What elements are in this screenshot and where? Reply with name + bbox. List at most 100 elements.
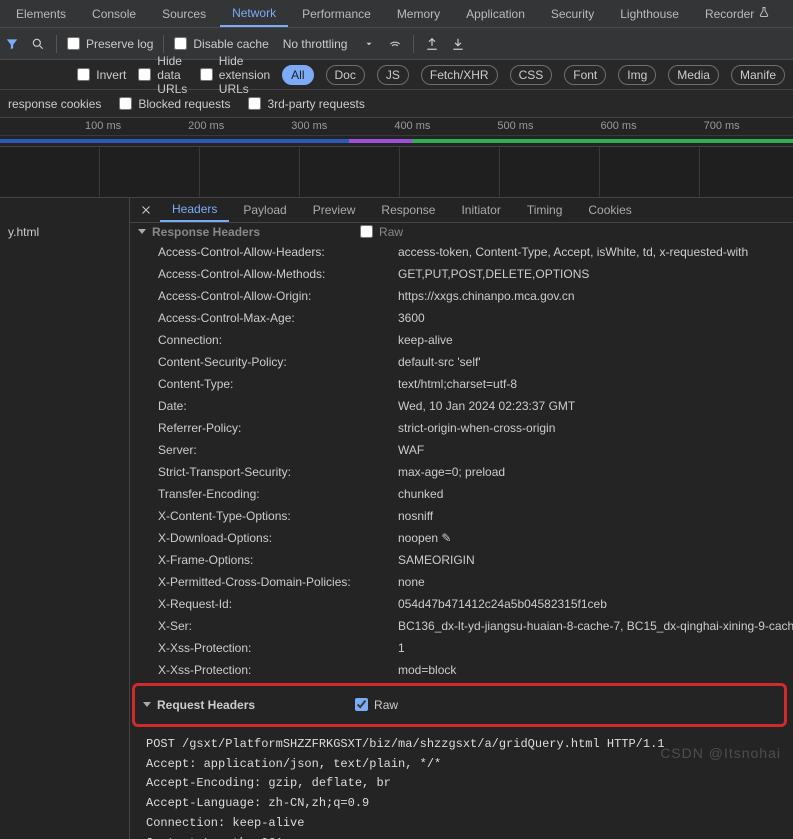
filter-pill-all[interactable]: All bbox=[282, 65, 313, 85]
header-value[interactable]: 054d47b471412c24a5b04582315f1ceb bbox=[398, 595, 793, 613]
filter-pill-css[interactable]: CSS bbox=[510, 65, 553, 85]
response-header-row: X-Xss-Protection: mod=block bbox=[130, 659, 793, 681]
tab-sources[interactable]: Sources bbox=[150, 0, 218, 27]
third-party-checkbox[interactable]: 3rd-party requests bbox=[248, 97, 364, 111]
request-row[interactable]: y.html bbox=[0, 222, 129, 242]
header-name: Content-Type: bbox=[158, 375, 388, 393]
tick: 600 ms bbox=[600, 120, 636, 132]
request-list[interactable]: y.html bbox=[0, 198, 130, 839]
tab-security[interactable]: Security bbox=[539, 0, 606, 27]
response-headers-section[interactable]: Response Headers Raw bbox=[130, 223, 793, 241]
tab-network[interactable]: Network bbox=[220, 0, 288, 27]
header-value[interactable]: keep-alive bbox=[398, 331, 793, 349]
header-name: Content-Security-Policy: bbox=[158, 353, 388, 371]
raw-request-headers[interactable]: POST /gsxt/PlatformSHZZFRKGSXT/biz/ma/sh… bbox=[130, 729, 793, 839]
download-icon[interactable] bbox=[450, 36, 466, 52]
separator bbox=[56, 35, 57, 53]
header-name: X-Content-Type-Options: bbox=[158, 507, 388, 525]
preserve-log-checkbox[interactable]: Preserve log bbox=[67, 37, 153, 51]
wifi-icon[interactable] bbox=[387, 36, 403, 52]
header-value[interactable]: https://xxgs.chinanpo.mca.gov.cn bbox=[398, 287, 793, 305]
header-value[interactable]: 1 bbox=[398, 639, 793, 657]
header-name: Server: bbox=[158, 441, 388, 459]
filter-icon[interactable] bbox=[4, 36, 20, 52]
response-raw-toggle[interactable]: Raw bbox=[360, 225, 403, 239]
hide-data-urls-checkbox[interactable]: Hide data URLs bbox=[138, 54, 188, 96]
response-header-row: Access-Control-Allow-Headers: access-toke… bbox=[130, 241, 793, 263]
tick: 300 ms bbox=[291, 120, 327, 132]
header-name: X-Permitted-Cross-Domain-Policies: bbox=[158, 573, 388, 591]
detail-tab-timing[interactable]: Timing bbox=[515, 198, 575, 222]
timeline-overview[interactable] bbox=[0, 136, 793, 146]
response-header-row: Server: WAF bbox=[130, 439, 793, 461]
header-value[interactable]: access-token, Content-Type, Accept, isWh… bbox=[398, 243, 793, 261]
header-value[interactable]: strict-origin-when-cross-origin bbox=[398, 419, 793, 437]
response-header-row: Connection: keep-alive bbox=[130, 329, 793, 351]
invert-checkbox[interactable]: Invert bbox=[77, 68, 126, 82]
detail-tab-cookies[interactable]: Cookies bbox=[576, 198, 643, 222]
header-value[interactable]: chunked bbox=[398, 485, 793, 503]
filter-pill-fetch-xhr[interactable]: Fetch/XHR bbox=[421, 65, 498, 85]
filter-pill-font[interactable]: Font bbox=[564, 65, 606, 85]
header-value[interactable]: SAMEORIGIN bbox=[398, 551, 793, 569]
detail-tab-response[interactable]: Response bbox=[369, 198, 447, 222]
detail-tab-headers[interactable]: Headers bbox=[160, 198, 229, 222]
tab-console[interactable]: Console bbox=[80, 0, 148, 27]
search-icon[interactable] bbox=[30, 36, 46, 52]
request-raw-toggle[interactable]: Raw bbox=[355, 698, 398, 712]
header-name: Connection: bbox=[158, 331, 388, 349]
header-value[interactable]: GET,PUT,POST,DELETE,OPTIONS bbox=[398, 265, 793, 283]
header-value[interactable]: none bbox=[398, 573, 793, 591]
filter-pill-doc[interactable]: Doc bbox=[326, 65, 365, 85]
response-header-row: X-Permitted-Cross-Domain-Policies: none bbox=[130, 571, 793, 593]
header-value[interactable]: mod=block bbox=[398, 661, 793, 679]
response-header-row: Content-Security-Policy: default-src 'sel… bbox=[130, 351, 793, 373]
tab-performance[interactable]: Performance bbox=[290, 0, 383, 27]
request-headers-section[interactable]: Request Headers bbox=[143, 698, 255, 712]
detail-tab-preview[interactable]: Preview bbox=[301, 198, 368, 222]
tab-lighthouse[interactable]: Lighthouse bbox=[608, 0, 691, 27]
detail-tabs: Headers Payload Preview Response Initiat… bbox=[130, 198, 793, 223]
close-icon[interactable] bbox=[134, 198, 158, 222]
tab-application[interactable]: Application bbox=[454, 0, 537, 27]
network-toolbar: Preserve log Disable cache No throttling bbox=[0, 28, 793, 60]
header-value[interactable]: noopen ✎ bbox=[398, 529, 793, 547]
timeline-ruler[interactable]: 100 ms 200 ms 300 ms 400 ms 500 ms 600 m… bbox=[0, 118, 793, 136]
tab-elements[interactable]: Elements bbox=[4, 0, 78, 27]
header-value[interactable]: WAF bbox=[398, 441, 793, 459]
tick: 100 ms bbox=[85, 120, 121, 132]
hide-extension-urls-checkbox[interactable]: Hide extension URLs bbox=[200, 54, 270, 96]
header-value[interactable]: BC136_dx-lt-yd-jiangsu-huaian-8-cache-7,… bbox=[398, 617, 793, 635]
tab-recorder[interactable]: Recorder bbox=[693, 0, 782, 27]
response-header-row: Access-Control-Allow-Origin:https://xxgs… bbox=[130, 285, 793, 307]
header-name: Access-Control-Max-Age: bbox=[158, 309, 388, 327]
tab-memory[interactable]: Memory bbox=[385, 0, 452, 27]
chevron-down-icon bbox=[143, 702, 151, 707]
header-name: X-Xss-Protection: bbox=[158, 661, 388, 679]
disable-cache-checkbox[interactable]: Disable cache bbox=[174, 37, 268, 51]
throttling-select[interactable]: No throttling bbox=[279, 37, 352, 51]
filter-pill-js[interactable]: JS bbox=[377, 65, 409, 85]
header-name: Access-Control-Allow-Headers: bbox=[158, 243, 388, 261]
header-value[interactable]: text/html;charset=utf-8 bbox=[398, 375, 793, 393]
filter-pill-media[interactable]: Media bbox=[668, 65, 719, 85]
response-header-row: Referrer-Policy:strict-origin-when-cross… bbox=[130, 417, 793, 439]
tick: 500 ms bbox=[497, 120, 533, 132]
header-name: X-Ser: bbox=[158, 617, 388, 635]
chevron-down-icon[interactable] bbox=[361, 36, 377, 52]
detail-tab-payload[interactable]: Payload bbox=[231, 198, 298, 222]
chevron-down-icon bbox=[138, 229, 146, 234]
header-value[interactable]: nosniff bbox=[398, 507, 793, 525]
header-value[interactable]: Wed, 10 Jan 2024 02:23:37 GMT bbox=[398, 397, 793, 415]
filter-pill-img[interactable]: Img bbox=[618, 65, 656, 85]
detail-tab-initiator[interactable]: Initiator bbox=[449, 198, 512, 222]
blocked-requests-checkbox[interactable]: Blocked requests bbox=[119, 97, 230, 111]
header-value[interactable]: 3600 bbox=[398, 309, 793, 327]
waterfall-strip[interactable] bbox=[0, 146, 793, 198]
filter-pill-manifest[interactable]: Manife bbox=[731, 65, 785, 85]
upload-icon[interactable] bbox=[424, 36, 440, 52]
tab-overflow[interactable]: Pe bbox=[784, 0, 793, 27]
header-value[interactable]: max-age=0; preload bbox=[398, 463, 793, 481]
response-header-row: X-Xss-Protection:1 bbox=[130, 637, 793, 659]
header-value[interactable]: default-src 'self' bbox=[398, 353, 793, 371]
